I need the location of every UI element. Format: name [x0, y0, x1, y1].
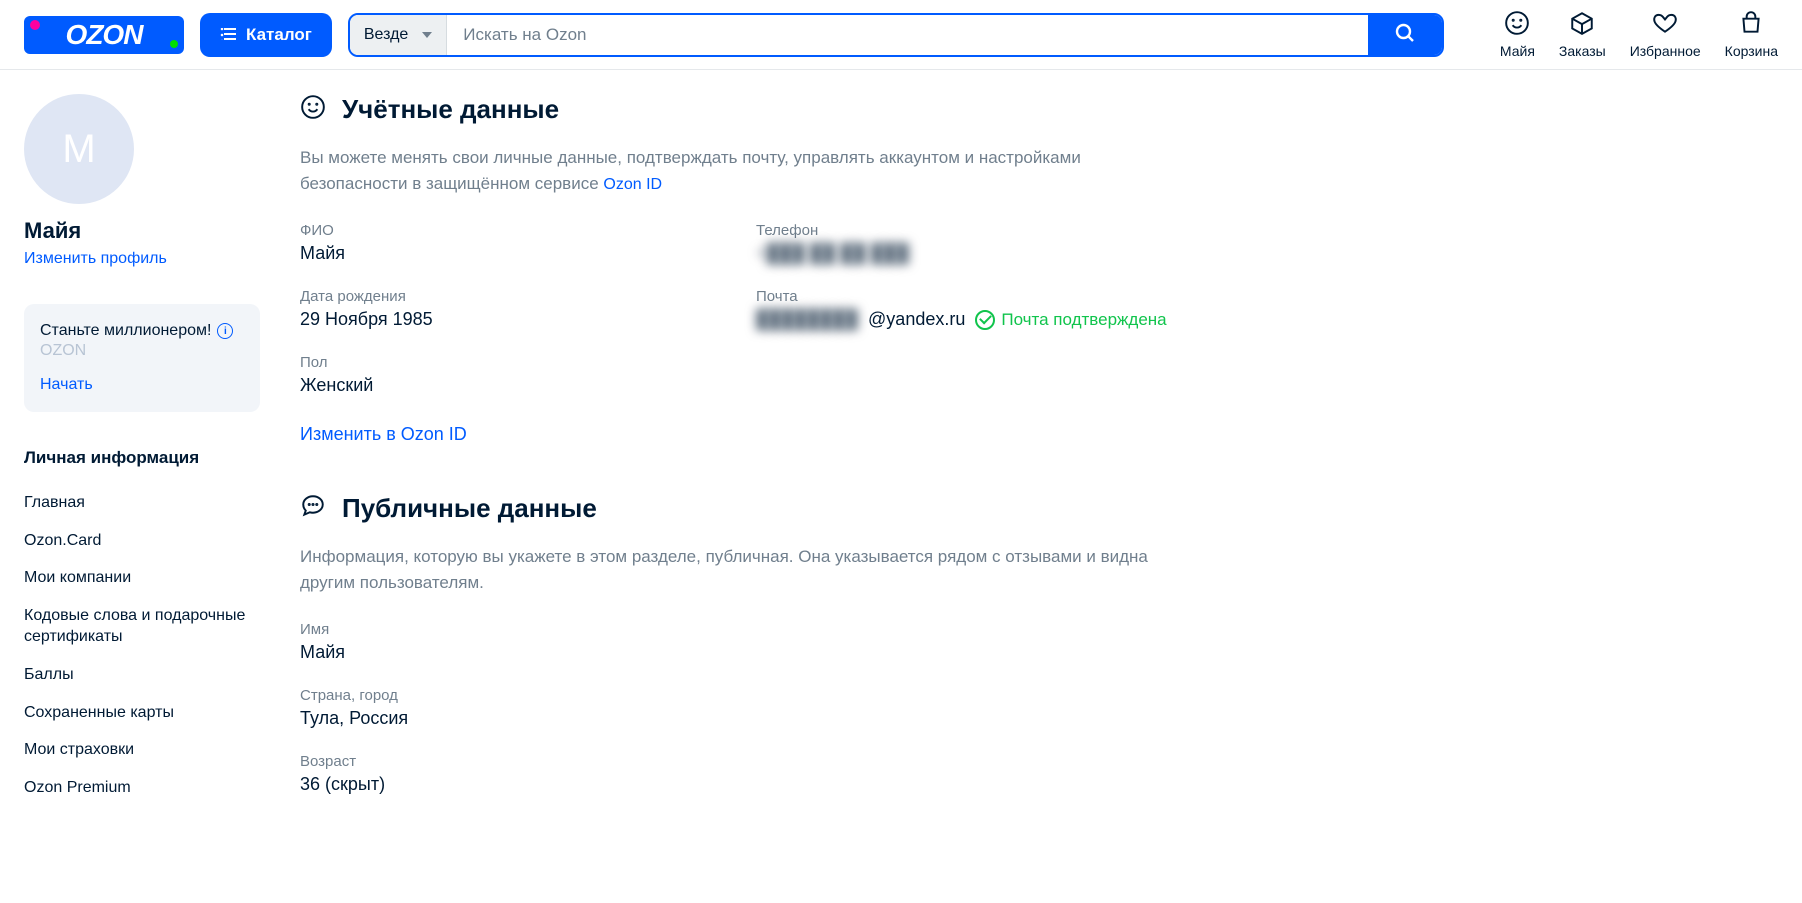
- sidebar-item-cards[interactable]: Сохраненные карты: [24, 694, 260, 732]
- search-category-label: Везде: [364, 26, 408, 44]
- promo-box: Станьте миллионером! i OZON Начать: [24, 304, 260, 412]
- header: OZON Каталог Везде Майя Заказы Избранное: [0, 0, 1802, 70]
- smiley-icon: [300, 94, 326, 125]
- email-masked: ████████: [756, 309, 858, 330]
- field-phone: Телефон +███ ██ ██ ███: [756, 222, 1180, 264]
- account-section: Учётные данные Вы можете менять свои лич…: [300, 94, 1180, 445]
- account-desc-text: Вы можете менять свои личные данные, под…: [300, 148, 1081, 193]
- public-title: Публичные данные: [342, 493, 597, 524]
- search-button[interactable]: [1368, 15, 1442, 55]
- field-dob: Дата рождения 29 Ноября 1985: [300, 288, 724, 330]
- gender-value: Женский: [300, 375, 724, 396]
- email-verified-text: Почта подтверждена: [1001, 310, 1166, 330]
- field-location: Страна, город Тула, Россия: [300, 687, 1180, 729]
- catalog-button[interactable]: Каталог: [200, 13, 332, 57]
- public-name-value: Майя: [300, 642, 1180, 663]
- field-gender: Пол Женский: [300, 354, 724, 396]
- account-description: Вы можете менять свои личные данные, под…: [300, 145, 1180, 198]
- email-visible: @yandex.ru: [868, 309, 965, 330]
- catalog-icon: [220, 25, 236, 45]
- info-icon[interactable]: i: [217, 323, 233, 339]
- public-description: Информация, которую вы укажете в этом ра…: [300, 544, 1180, 597]
- nav-orders[interactable]: Заказы: [1559, 10, 1606, 59]
- age-label: Возраст: [300, 753, 1180, 770]
- phone-value: +███ ██ ██ ███: [756, 243, 909, 264]
- nav-favorites[interactable]: Избранное: [1630, 10, 1701, 59]
- check-circle-icon: [975, 310, 995, 330]
- search-category-select[interactable]: Везде: [350, 15, 447, 55]
- promo-subtitle: OZON: [40, 342, 244, 360]
- dob-value: 29 Ноября 1985: [300, 309, 724, 330]
- catalog-label: Каталог: [246, 25, 312, 45]
- phone-label: Телефон: [756, 222, 1180, 239]
- nav-cart[interactable]: Корзина: [1725, 10, 1778, 59]
- sidebar-item-insurance[interactable]: Мои страховки: [24, 731, 260, 769]
- chat-icon: [300, 493, 326, 524]
- sidebar-item-certificates[interactable]: Кодовые слова и подарочные сертификаты: [24, 597, 260, 656]
- header-nav: Майя Заказы Избранное Корзина: [1500, 10, 1778, 59]
- fio-label: ФИО: [300, 222, 724, 239]
- dob-label: Дата рождения: [300, 288, 724, 305]
- edit-ozon-id-link[interactable]: Изменить в Ozon ID: [300, 424, 1180, 445]
- logo[interactable]: OZON: [24, 16, 184, 54]
- promo-title: Станьте миллионером!: [40, 322, 211, 340]
- location-label: Страна, город: [300, 687, 1180, 704]
- search-icon: [1393, 21, 1417, 48]
- nav-favorites-label: Избранное: [1630, 43, 1701, 59]
- promo-title-row: Станьте миллионером! i: [40, 322, 244, 340]
- field-email: Почта ████████ @yandex.ru Почта подтвержд…: [756, 288, 1180, 330]
- sidebar-item-companies[interactable]: Мои компании: [24, 559, 260, 597]
- nav-cart-label: Корзина: [1725, 43, 1778, 59]
- field-public-name: Имя Майя: [300, 621, 1180, 663]
- heart-icon: [1652, 10, 1678, 39]
- email-label: Почта: [756, 288, 1180, 305]
- sidebar-item-home[interactable]: Главная: [24, 484, 260, 522]
- promo-cta[interactable]: Начать: [40, 376, 244, 394]
- sidebar-item-points[interactable]: Баллы: [24, 656, 260, 694]
- field-fio: ФИО Майя: [300, 222, 724, 264]
- search-bar: Везде: [348, 13, 1444, 57]
- chevron-down-icon: [422, 32, 432, 38]
- field-age: Возраст 36 (скрыт): [300, 753, 1180, 795]
- account-title: Учётные данные: [342, 94, 559, 125]
- sidebar-nav: Главная Ozon.Card Мои компании Кодовые с…: [24, 484, 260, 806]
- sidebar-item-ozoncard[interactable]: Ozon.Card: [24, 522, 260, 560]
- avatar[interactable]: М: [24, 94, 134, 204]
- public-section: Публичные данные Информация, которую вы …: [300, 493, 1180, 795]
- ozon-id-link[interactable]: Ozon ID: [603, 176, 662, 193]
- nav-profile-label: Майя: [1500, 43, 1535, 59]
- email-verified-badge: Почта подтверждена: [975, 310, 1166, 330]
- nav-orders-label: Заказы: [1559, 43, 1606, 59]
- search-input[interactable]: [447, 15, 1368, 55]
- gender-label: Пол: [300, 354, 724, 371]
- location-value: Тула, Россия: [300, 708, 1180, 729]
- sidebar-username: Майя: [24, 218, 260, 244]
- sidebar: М Майя Изменить профиль Станьте миллионе…: [24, 94, 260, 843]
- public-name-label: Имя: [300, 621, 1180, 638]
- smiley-icon: [1504, 10, 1530, 39]
- main-content: Учётные данные Вы можете менять свои лич…: [300, 94, 1180, 843]
- fio-value: Майя: [300, 243, 724, 264]
- nav-profile[interactable]: Майя: [1500, 10, 1535, 59]
- age-value: 36 (скрыт): [300, 774, 1180, 795]
- edit-profile-link[interactable]: Изменить профиль: [24, 250, 260, 268]
- sidebar-nav-heading: Личная информация: [24, 448, 260, 468]
- package-icon: [1569, 10, 1595, 39]
- sidebar-item-premium[interactable]: Ozon Premium: [24, 769, 260, 807]
- bag-icon: [1738, 10, 1764, 39]
